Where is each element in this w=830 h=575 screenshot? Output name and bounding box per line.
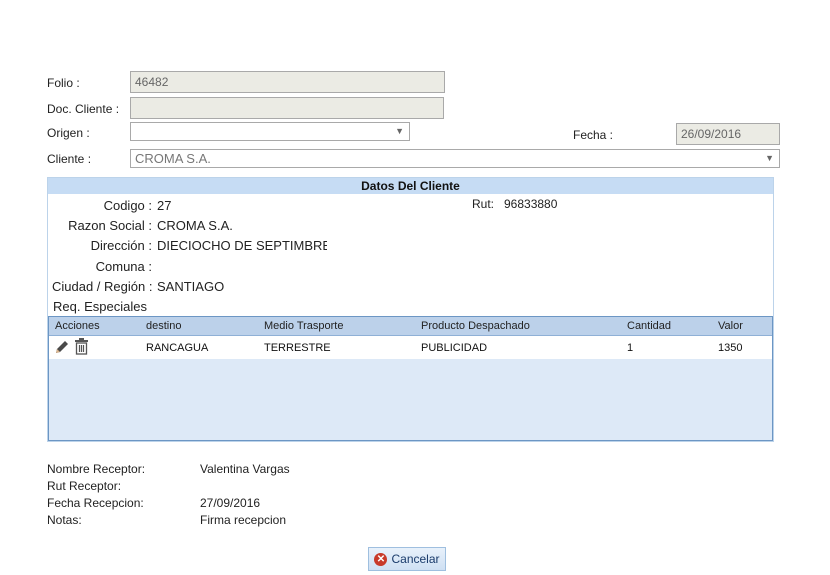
fecha-recepcion-label: Fecha Recepcion: xyxy=(47,496,144,510)
doc-cliente-label: Doc. Cliente : xyxy=(47,102,120,116)
cell-medio: TERRESTRE xyxy=(264,342,331,354)
req-especiales-label: Req. Especiales xyxy=(53,299,147,314)
close-circle-icon: ✕ xyxy=(374,552,388,566)
despachos-grid: Acciones destino Medio Trasporte Product… xyxy=(48,316,773,441)
doc-cliente-field[interactable] xyxy=(130,97,444,119)
razon-social-label: Razon Social : xyxy=(68,218,152,233)
direccion-value: DIECIOCHO DE SEPTIMBRE xyxy=(157,238,327,253)
trash-icon[interactable] xyxy=(74,338,89,358)
cliente-panel: Datos Del Cliente Codigo : 27 Rut: 96833… xyxy=(47,177,774,442)
cliente-select[interactable]: CROMA S.A. ▼ xyxy=(130,149,780,168)
cliente-label: Cliente : xyxy=(47,152,92,166)
ciudad-region-value: SANTIAGO xyxy=(157,279,225,294)
col-medio-trasporte[interactable]: Medio Trasporte xyxy=(264,320,343,332)
col-destino[interactable]: destino xyxy=(146,320,181,332)
rut-receptor-label: Rut Receptor: xyxy=(47,479,122,493)
folio-label: Folio : xyxy=(47,76,80,90)
cancel-button-label: Cancelar xyxy=(391,552,440,566)
codigo-value: 27 xyxy=(157,198,172,213)
chevron-down-icon: ▼ xyxy=(765,153,774,163)
notas-label: Notas: xyxy=(47,513,82,527)
cell-destino: RANCAGUA xyxy=(146,342,209,354)
folio-field[interactable]: 46482 xyxy=(130,71,445,93)
codigo-label: Codigo : xyxy=(103,198,152,213)
col-acciones[interactable]: Acciones xyxy=(55,320,100,332)
fecha-recepcion-value: 27/09/2016 xyxy=(200,496,261,510)
rut-value: 96833880 xyxy=(504,197,558,211)
cancel-button[interactable]: ✕ Cancelar xyxy=(368,547,446,571)
nombre-receptor-label: Nombre Receptor: xyxy=(47,462,146,476)
panel-title: Datos Del Cliente xyxy=(48,178,773,194)
col-cantidad[interactable]: Cantidad xyxy=(627,320,671,332)
chevron-down-icon: ▼ xyxy=(395,126,404,136)
notas-value: Firma recepcion xyxy=(200,513,287,527)
cell-producto: PUBLICIDAD xyxy=(421,342,488,354)
cell-valor: 1350 xyxy=(718,342,743,354)
ciudad-region-label: Ciudad / Región : xyxy=(52,279,153,294)
col-producto[interactable]: Producto Despachado xyxy=(421,320,530,332)
nombre-receptor-value: Valentina Vargas xyxy=(200,462,290,476)
pencil-icon[interactable] xyxy=(54,339,70,358)
cliente-value: CROMA S.A. xyxy=(135,151,211,166)
razon-social-value: CROMA S.A. xyxy=(157,218,233,233)
cell-cantidad: 1 xyxy=(627,342,634,354)
grid-header: Acciones destino Medio Trasporte Product… xyxy=(49,317,772,336)
origen-select[interactable]: ▼ xyxy=(130,122,410,141)
comuna-label: Comuna : xyxy=(95,259,152,274)
fecha-field[interactable]: 26/09/2016 xyxy=(676,123,780,145)
table-row[interactable]: RANCAGUA TERRESTRE PUBLICIDAD 1 1350 xyxy=(49,336,772,359)
origen-label: Origen : xyxy=(47,126,90,140)
direccion-label: Dirección : xyxy=(90,238,152,253)
rut-label: Rut: xyxy=(472,197,495,211)
fecha-label: Fecha : xyxy=(573,128,614,142)
col-valor[interactable]: Valor xyxy=(718,320,743,332)
